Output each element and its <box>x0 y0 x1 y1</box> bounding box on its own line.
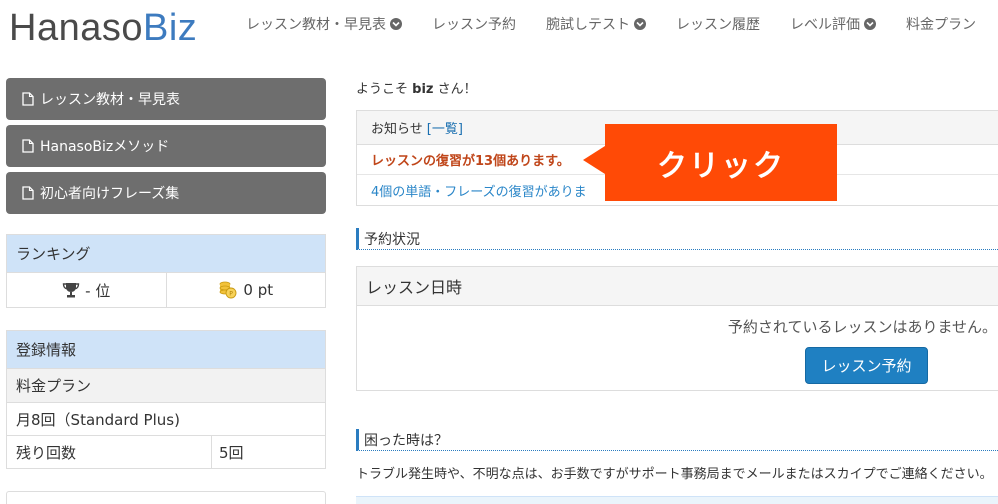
reservation-head: レッスン日時 <box>357 267 998 306</box>
ranking-row: - 位 P 0 pt <box>7 273 325 307</box>
points-cell: P 0 pt <box>165 273 326 307</box>
callout-arrow <box>583 146 605 174</box>
plan-value: 月8回（Standard Plus) <box>7 402 325 435</box>
nav-item-level[interactable]: レベル評価 <box>790 14 876 34</box>
nav-label: 腕試しテスト <box>546 17 630 33</box>
nav-label: レッスン教材・早見表 <box>246 17 386 33</box>
registration-panel: 登録情報 料金プラン 月8回（Standard Plus) 残り回数 5回 <box>6 330 326 469</box>
document-icon <box>22 92 34 106</box>
nav-item-test[interactable]: 腕試しテスト <box>546 14 646 34</box>
sidebar-button-label: HanasoBizメソッド <box>40 139 170 155</box>
notice-list-link[interactable]: [一覧] <box>427 118 463 137</box>
points-value: 0 pt <box>243 281 274 299</box>
trophy-icon <box>62 281 80 299</box>
chevron-down-icon <box>634 18 646 30</box>
no-reservation-message: 予約されているレッスンはありません。 <box>727 318 997 336</box>
welcome-message: ようこそ biz さん！ <box>356 78 477 97</box>
nav-label: 料金プラン <box>906 17 976 33</box>
nav-item-reserve[interactable]: レッスン予約 <box>432 14 516 34</box>
sidebar-button-label: レッスン教材・早見表 <box>40 92 180 108</box>
nav-label: レベル評価 <box>790 17 860 33</box>
remaining-row: 残り回数 5回 <box>7 435 325 468</box>
registration-title: 登録情報 <box>7 331 325 369</box>
nav-label: レッスン履歴 <box>676 17 760 33</box>
reservation-panel: レッスン日時 予約されているレッスンはありません。 レッスン予約 <box>356 266 998 391</box>
logo[interactable]: HanasoBiz <box>9 6 197 50</box>
chevron-down-icon <box>390 18 402 30</box>
reserve-lesson-button[interactable]: レッスン予約 <box>805 347 928 384</box>
sidebar-button-method[interactable]: HanasoBizメソッド <box>6 125 326 167</box>
notice-title: お知らせ <box>371 122 423 137</box>
username: biz <box>412 82 434 97</box>
sidebar-button-materials[interactable]: レッスン教材・早見表 <box>6 78 326 120</box>
help-box <box>356 496 998 504</box>
sidebar-next-panel <box>6 491 326 504</box>
coins-icon: P <box>218 280 238 300</box>
ranking-title: ランキング <box>7 235 325 273</box>
remaining-value: 5回 <box>219 443 244 462</box>
document-icon <box>22 186 34 200</box>
nav-item-pricing[interactable]: 料金プラン <box>906 14 976 34</box>
ranking-panel: ランキング - 位 P 0 pt <box>6 234 326 308</box>
plan-label: 料金プラン <box>7 369 325 402</box>
reservation-section-title: 予約状況 <box>356 228 998 250</box>
nav-item-history[interactable]: レッスン履歴 <box>676 14 760 34</box>
chevron-down-icon <box>864 18 876 30</box>
nav-item-materials[interactable]: レッスン教材・早見表 <box>246 14 402 34</box>
welcome-suffix: さん！ <box>437 82 477 97</box>
nav-label: レッスン予約 <box>432 17 516 33</box>
main-nav: レッスン教材・早見表 レッスン予約 腕試しテスト レッスン履歴 レベル評価 料金… <box>246 14 998 34</box>
rank-value: - 位 <box>85 281 111 300</box>
logo-text-hanaso: Hanaso <box>9 7 143 49</box>
svg-text:P: P <box>230 291 234 298</box>
rank-cell: - 位 <box>7 273 166 307</box>
logo-text-biz: Biz <box>142 7 198 49</box>
sidebar-button-label: 初心者向けフレーズ集 <box>40 186 180 202</box>
welcome-prefix: ようこそ <box>356 82 409 97</box>
click-callout: クリック <box>605 124 837 201</box>
help-text: トラブル発生時や、不明な点は、お手数ですがサポート事務局までメールまたはスカイプ… <box>356 467 993 482</box>
remaining-label: 残り回数 <box>7 436 212 468</box>
document-icon <box>22 139 34 153</box>
sidebar-button-phrases[interactable]: 初心者向けフレーズ集 <box>6 172 326 214</box>
header: HanasoBiz レッスン教材・早見表 レッスン予約 腕試しテスト レッスン履… <box>0 0 998 56</box>
help-section-title: 困った時は？ <box>356 429 998 451</box>
